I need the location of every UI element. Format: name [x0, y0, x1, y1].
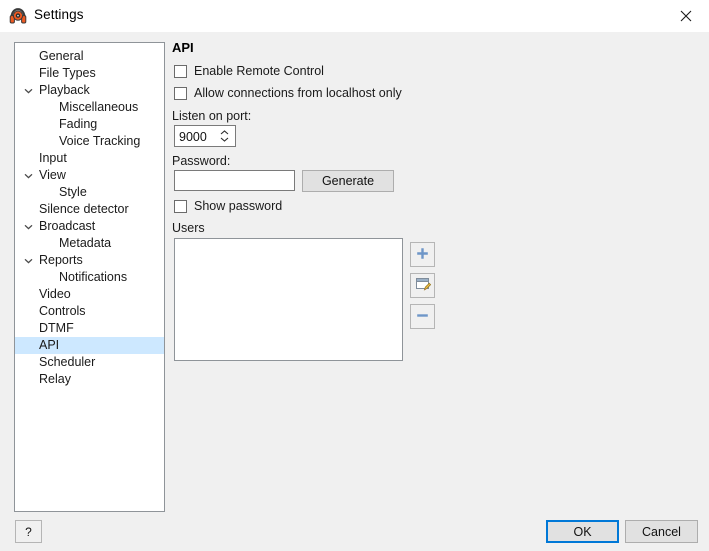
- edit-user-button[interactable]: [410, 273, 435, 298]
- remove-user-button[interactable]: [410, 304, 435, 329]
- chevron-up-icon: [220, 130, 228, 135]
- users-label: Users: [172, 221, 205, 235]
- show-password-checkbox[interactable]: Show password: [174, 198, 282, 214]
- edit-icon: [415, 276, 431, 295]
- plus-icon: [415, 246, 430, 264]
- users-list[interactable]: [174, 238, 403, 361]
- enable-remote-control-label: Enable Remote Control: [194, 64, 324, 78]
- checkbox-box[interactable]: [174, 64, 187, 78]
- show-password-label: Show password: [194, 199, 283, 213]
- api-settings-pane: API Enable Remote Control Allow connecti…: [0, 0, 709, 551]
- password-label: Password:: [172, 154, 231, 168]
- help-button[interactable]: ?: [15, 520, 42, 543]
- password-input[interactable]: [174, 170, 295, 191]
- allow-localhost-only-label: Allow connections from localhost only: [194, 86, 402, 100]
- settings-dialog: Settings General File Types Playback Miscel…: [0, 0, 709, 551]
- cancel-button[interactable]: Cancel: [625, 520, 698, 543]
- enable-remote-control-checkbox[interactable]: Enable Remote Control: [174, 63, 324, 79]
- listen-port-spinner[interactable]: 9000: [174, 125, 236, 147]
- chevron-down-icon: [220, 137, 228, 142]
- allow-localhost-only-checkbox[interactable]: Allow connections from localhost only: [174, 85, 402, 101]
- page-title: API: [172, 40, 194, 55]
- add-user-button[interactable]: [410, 242, 435, 267]
- checkbox-box[interactable]: [174, 199, 187, 213]
- listen-port-label: Listen on port:: [172, 109, 252, 123]
- checkbox-box[interactable]: [174, 86, 187, 100]
- ok-button[interactable]: OK: [546, 520, 619, 543]
- minus-icon: [415, 308, 430, 326]
- spinner-arrows[interactable]: [217, 126, 231, 146]
- listen-port-value[interactable]: 9000: [179, 128, 207, 146]
- generate-password-button[interactable]: Generate: [302, 170, 394, 192]
